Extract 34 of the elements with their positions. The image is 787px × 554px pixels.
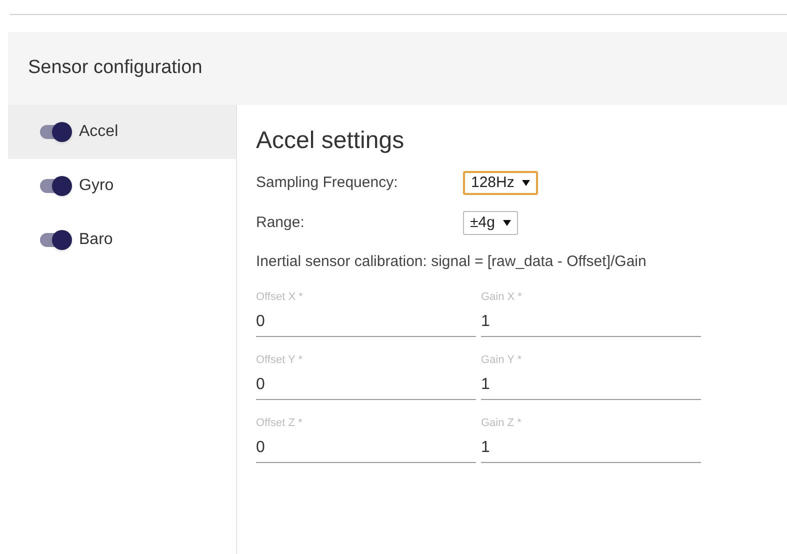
field-value[interactable]: 1 [481,372,701,396]
sensor-label: Baro [79,230,113,250]
field-value[interactable]: 1 [481,436,701,460]
sensor-label: Accel [79,122,118,142]
calibration-note: Inertial sensor calibration: signal = [raw_data - Offset]/Gain [256,252,648,272]
field-value[interactable]: 1 [481,310,701,334]
caret-icon [522,180,530,186]
dropdown[interactable]: ±4g [463,211,518,235]
option-label: Range: [256,212,306,233]
panel-title: Sensor configuration [28,56,202,80]
sensor-label: Gyro [79,176,114,196]
input-field[interactable]: Gain X * 1 [481,290,701,336]
caret-icon [502,220,511,226]
option-label: Sampling Frequency: [256,172,399,193]
field-label: Offset Z * [256,416,304,430]
dropdown[interactable]: 128Hz [463,171,538,195]
field-value[interactable]: 0 [256,436,476,460]
field-label: Gain X * [481,290,523,304]
input-field[interactable]: Gain Y * 1 [481,352,701,400]
field-label: Offset X * [256,290,304,304]
input-field[interactable]: Offset Z * 0 [256,416,476,462]
field-label: Gain Y * [481,352,523,366]
toggle-switch[interactable] [40,179,70,193]
settings-title: Accel settings [256,126,406,156]
field-value[interactable]: 0 [256,310,476,334]
input-field[interactable]: Gain Z * 1 [481,416,701,462]
toggle-switch[interactable] [40,233,70,247]
input-field[interactable]: Offset X * 0 [256,290,476,336]
field-label: Gain Z * [481,416,522,430]
sensor-item[interactable]: Accel [8,105,236,159]
field-label: Offset Y * [256,352,304,366]
field-value[interactable]: 0 [256,372,476,396]
toggle-switch[interactable] [40,125,70,139]
input-field[interactable]: Offset Y * 0 [256,352,476,400]
